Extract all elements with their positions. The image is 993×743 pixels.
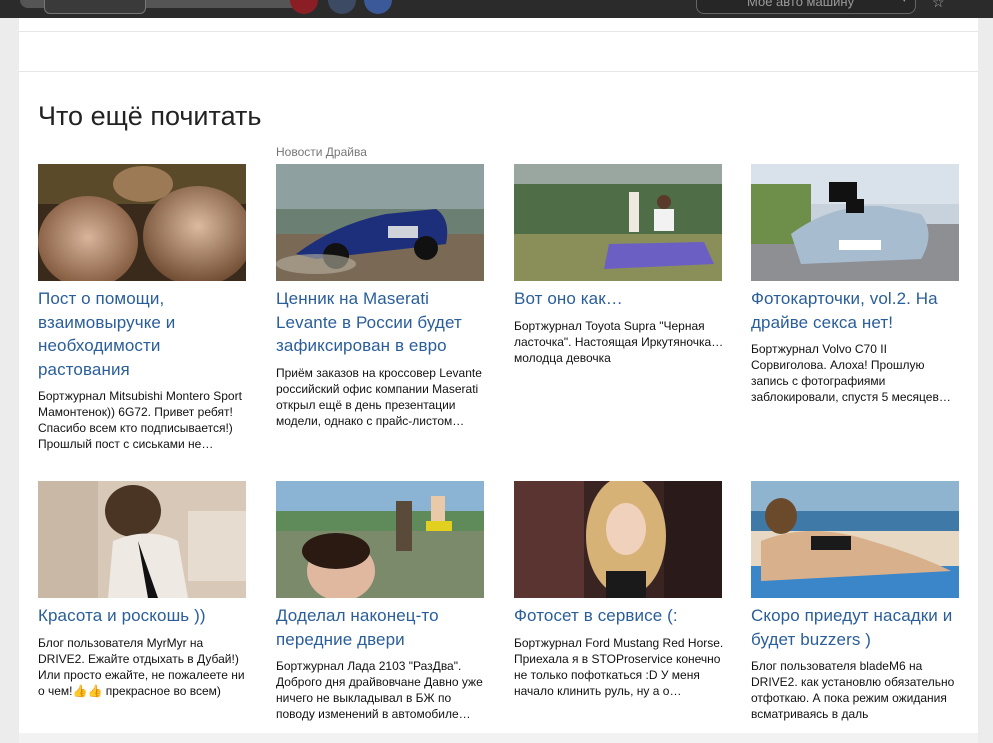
article-title-link[interactable]: Фотосет в сервисе (: — [514, 604, 724, 628]
article-card[interactable]: Пост о помощи, взаимовыручке и необходим… — [38, 164, 248, 452]
article-card[interactable]: Новости Драйва Ценник на Maserati Levant… — [276, 145, 486, 429]
article-image[interactable] — [38, 481, 246, 598]
footer-strip — [19, 733, 978, 743]
social-icon[interactable] — [290, 0, 318, 14]
car-select-label: Моё авто машину — [747, 0, 855, 9]
article-image[interactable] — [514, 481, 722, 598]
article-description: Бортжурнал Лада 2103 "РазДва". Доброго д… — [276, 659, 483, 721]
article-description: Бортжурнал Ford Mustang Red Horse. Приех… — [514, 635, 724, 698]
article-image[interactable] — [514, 164, 722, 281]
article-title-link[interactable]: Красота и роскошь )) — [38, 604, 248, 628]
social-icon[interactable] — [328, 0, 356, 14]
article-description: Бортжурнал Volvo C70 II Сорвиголова. Ало… — [751, 342, 951, 404]
chevron-down-icon: ▾ — [901, 0, 907, 10]
article-title-link[interactable]: Фотокарточки, vol.2. На драйве секса нет… — [751, 287, 961, 334]
article-image[interactable] — [38, 164, 246, 281]
article-card[interactable]: Красота и роскошь )) Блог пользователя M… — [38, 481, 248, 699]
article-image[interactable] — [751, 481, 959, 598]
article-description: Бортжурнал Mitsubishi Montero Sport Мамо… — [38, 389, 242, 451]
facebook-icon[interactable] — [364, 0, 392, 14]
article-title-link[interactable]: Доделал наконец-то передние двери — [276, 604, 486, 651]
bookmark-icon[interactable]: ☆ — [932, 0, 946, 10]
article-card[interactable]: Доделал наконец-то передние двери Бортжу… — [276, 481, 486, 722]
article-image[interactable] — [276, 481, 484, 598]
article-description: Бортжурнал Toyota Supra "Черная ласточка… — [514, 318, 724, 365]
divider — [19, 31, 978, 32]
article-description: Блог пользователя MyrMyr на DRIVE2. Ежай… — [38, 635, 245, 698]
article-card[interactable]: Вот оно как… Бортжурнал Toyota Supra "Че… — [514, 164, 724, 366]
article-title-link[interactable]: Пост о помощи, взаимовыручке и необходим… — [38, 287, 248, 381]
article-image[interactable] — [276, 164, 484, 281]
car-select-dropdown[interactable]: Моё авто машину ▾ — [696, 0, 916, 14]
divider — [19, 71, 978, 72]
article-card[interactable]: Фотосет в сервисе (: Бортжурнал Ford Mus… — [514, 481, 724, 699]
article-image[interactable] — [751, 164, 959, 281]
article-title-link[interactable]: Ценник на Maserati Levante в России буде… — [276, 287, 486, 358]
article-card[interactable]: Скоро приедут насадки и будет buzzers ) … — [751, 481, 961, 722]
search-button[interactable] — [44, 0, 146, 14]
article-card[interactable]: Фотокарточки, vol.2. На драйве секса нет… — [751, 164, 961, 405]
top-navigation-bar: Моё авто машину ▾ ☆ — [0, 0, 993, 18]
article-description: Приём заказов на кроссовер Levante росси… — [276, 365, 482, 428]
article-description: Блог пользователя bladeM6 на DRIVE2. как… — [751, 659, 955, 721]
article-category[interactable]: Новости Драйва — [276, 145, 367, 159]
section-heading: Что ещё почитать — [38, 101, 262, 131]
article-title-link[interactable]: Скоро приедут насадки и будет buzzers ) — [751, 604, 961, 651]
article-title-link[interactable]: Вот оно как… — [514, 287, 724, 311]
